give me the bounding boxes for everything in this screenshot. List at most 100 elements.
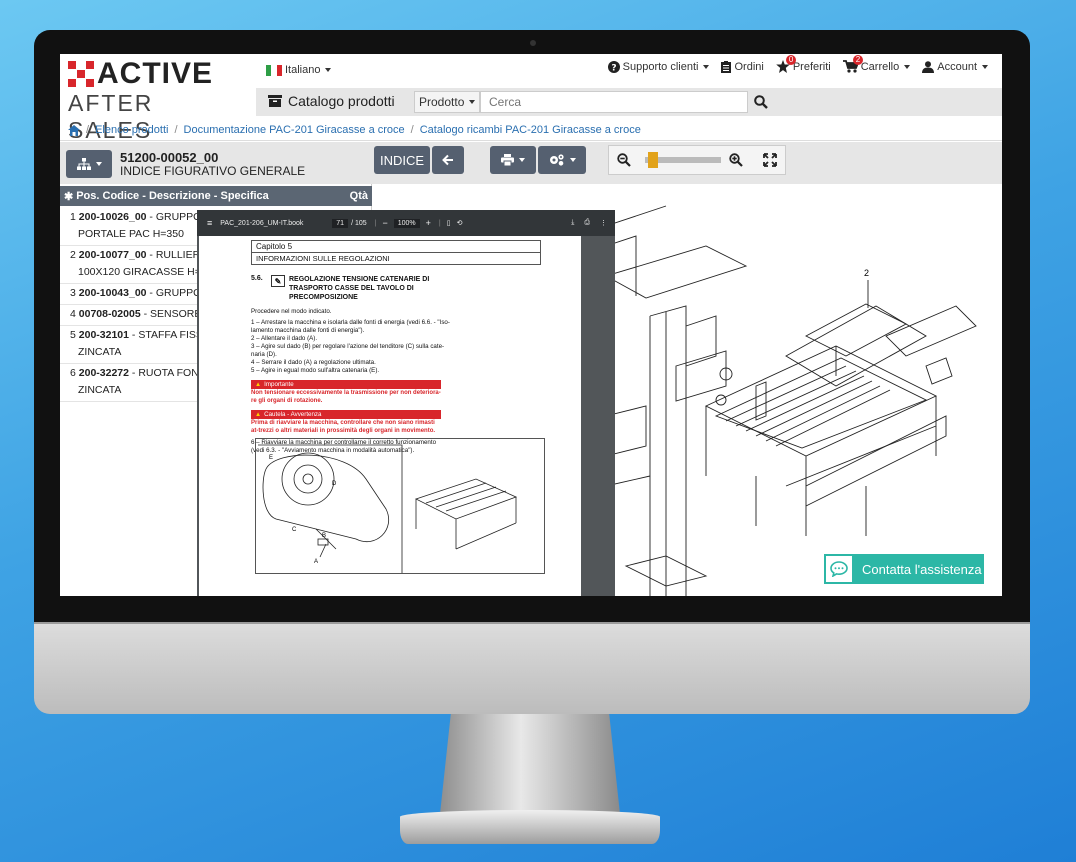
figure-label: C bbox=[292, 527, 297, 533]
brand-name-top: ACTIVE bbox=[97, 57, 214, 90]
pdf-page-input[interactable]: 71 bbox=[332, 218, 349, 228]
pdf-chapter: Capitolo 5 bbox=[251, 240, 541, 252]
row-desc: - SENSORE bbox=[143, 308, 202, 320]
separator: | bbox=[438, 219, 441, 227]
favorites-label: Preferiti bbox=[792, 60, 831, 73]
caret-down-icon bbox=[95, 162, 102, 166]
breadcrumb-item[interactable]: Elenco prodotti bbox=[95, 124, 168, 136]
pdf-section-header: INFORMAZIONI SULLE REGOLAZIONI bbox=[251, 252, 541, 265]
zoom-out-icon[interactable]: − bbox=[382, 218, 387, 228]
account-menu[interactable]: Account bbox=[922, 61, 988, 73]
warning-icon: ▲ bbox=[255, 411, 262, 418]
caret-down-icon bbox=[904, 64, 911, 69]
language-label: Italiano bbox=[285, 64, 321, 76]
pdf-intro: Procedere nel modo indicato. bbox=[251, 308, 332, 315]
separator: | bbox=[374, 219, 377, 227]
language-select[interactable]: Italiano bbox=[266, 64, 332, 76]
wrench-icon: ✎ bbox=[271, 275, 285, 287]
search-scope-select[interactable]: Prodotto bbox=[414, 91, 480, 113]
index-label: INDICE bbox=[379, 152, 425, 168]
row-pos: 2 bbox=[70, 249, 76, 261]
cart-menu[interactable]: 2 Carrello bbox=[842, 55, 911, 73]
zoom-control bbox=[608, 145, 786, 175]
row-pos: 3 bbox=[70, 287, 76, 299]
index-button[interactable]: INDICE bbox=[374, 146, 430, 174]
figure-label: D bbox=[332, 481, 337, 487]
zoom-in-icon[interactable] bbox=[729, 153, 743, 167]
row-pos: 5 bbox=[70, 329, 76, 341]
row-pos: 6 bbox=[70, 367, 76, 379]
caret-down-icon bbox=[325, 68, 332, 72]
back-button[interactable] bbox=[432, 146, 464, 174]
menu-icon[interactable]: ≡ bbox=[207, 218, 212, 228]
viewer-toolbar: INDICE bbox=[372, 142, 1002, 184]
zoom-slider-thumb[interactable] bbox=[648, 152, 659, 168]
brand-logo[interactable]: ACTIVE AFTER SALES bbox=[68, 57, 238, 143]
caret-down-icon bbox=[469, 100, 476, 104]
rotate-icon[interactable]: ⟲ bbox=[457, 219, 463, 227]
clipboard-icon bbox=[721, 60, 732, 73]
download-icon[interactable]: ⤓ bbox=[571, 219, 574, 227]
catalog-link[interactable]: Catalogo prodotti bbox=[268, 93, 395, 109]
divider bbox=[60, 140, 1002, 141]
fit-page-icon[interactable]: ▯ bbox=[447, 219, 451, 227]
warning-text: Non tensionare eccessivamente la trasmis… bbox=[251, 390, 441, 404]
warning-title: Importante bbox=[264, 381, 294, 388]
orders-link[interactable]: Ordini bbox=[721, 60, 764, 73]
pdf-zoom-input[interactable]: 100% bbox=[393, 218, 420, 228]
row-code: 200-10043_00 bbox=[78, 287, 147, 299]
home-icon[interactable] bbox=[68, 124, 80, 136]
pdf-page-total: / 105 bbox=[351, 219, 367, 227]
row-pos: 4 bbox=[70, 308, 76, 320]
part-subtitle: INDICE FIGURATIVO GENERALE bbox=[120, 164, 306, 178]
cart-label: Carrello bbox=[860, 60, 900, 73]
exploded-drawing[interactable]: 2 bbox=[606, 186, 1002, 596]
catalog-label: Catalogo prodotti bbox=[288, 93, 395, 109]
panel-header: 51200-00052_00 INDICE FIGURATIVO GENERAL… bbox=[60, 142, 372, 184]
pdf-section-number: 5.6. bbox=[251, 275, 263, 282]
pdf-step: 5 – Agire in egual modo sull'altra caten… bbox=[251, 367, 380, 374]
warning-important: ▲ Importante Non tensionare eccessivament… bbox=[251, 380, 441, 405]
pdf-figure: E D C B A bbox=[255, 438, 545, 574]
print-icon[interactable]: ⎙ bbox=[584, 219, 590, 227]
contact-support-button[interactable]: Contatta l'assistenza bbox=[824, 554, 984, 584]
print-button[interactable] bbox=[490, 146, 536, 174]
sitemap-icon bbox=[76, 158, 91, 170]
row-pos: 1 bbox=[70, 211, 76, 223]
arrow-left-icon bbox=[442, 154, 453, 166]
zoom-in-icon[interactable]: + bbox=[426, 218, 431, 228]
chain-tension-diagram: E D C B A bbox=[258, 444, 518, 573]
pdf-toolbar: ≡ PAC_201-206_UM-IT.book 71 / 105 | − 10… bbox=[197, 210, 615, 236]
warning-icon: ▲ bbox=[255, 381, 262, 388]
zoom-out-icon[interactable] bbox=[617, 153, 631, 167]
pdf-scrollbar[interactable] bbox=[585, 236, 615, 596]
user-icon bbox=[922, 60, 935, 73]
search-input[interactable] bbox=[480, 91, 748, 113]
camera-dot bbox=[530, 40, 536, 46]
favorites-link[interactable]: 0 Preferiti bbox=[776, 55, 831, 73]
fullscreen-icon[interactable] bbox=[763, 153, 777, 167]
pdf-step: 2 – Allentare il dado (A). bbox=[251, 335, 318, 342]
contact-label: Contatta l'assistenza bbox=[862, 561, 982, 577]
chat-icon bbox=[824, 554, 854, 584]
breadcrumb-item[interactable]: Documentazione PAC-201 Giracasse a croce bbox=[184, 124, 405, 136]
question-circle-icon: ? bbox=[607, 60, 620, 73]
row-code: 00708-02005 bbox=[78, 308, 141, 320]
more-icon[interactable]: ⋮ bbox=[600, 219, 607, 227]
search-bar: Catalogo prodotti Prodotto bbox=[256, 88, 1002, 116]
orders-label: Ordini bbox=[734, 60, 764, 73]
pdf-viewer: ≡ PAC_201-206_UM-IT.book 71 / 105 | − 10… bbox=[197, 210, 615, 596]
tree-menu-button[interactable] bbox=[66, 150, 112, 178]
caret-down-icon bbox=[703, 64, 710, 69]
callout-label: 2 bbox=[864, 268, 869, 278]
print-icon bbox=[501, 154, 514, 166]
search-button[interactable] bbox=[748, 91, 774, 113]
pdf-step: 1 – Arrestare la macchina e isolarla dal… bbox=[251, 319, 450, 334]
breadcrumb-item[interactable]: Catalogo ricambi PAC-201 Giracasse a cro… bbox=[420, 124, 641, 136]
svg-text:?: ? bbox=[611, 63, 616, 73]
support-menu[interactable]: ? Supporto clienti bbox=[607, 60, 710, 73]
brand-x-icon bbox=[68, 61, 94, 87]
monitor-stand bbox=[440, 714, 620, 814]
settings-button[interactable] bbox=[538, 146, 586, 174]
catalog-box-icon bbox=[268, 95, 282, 107]
